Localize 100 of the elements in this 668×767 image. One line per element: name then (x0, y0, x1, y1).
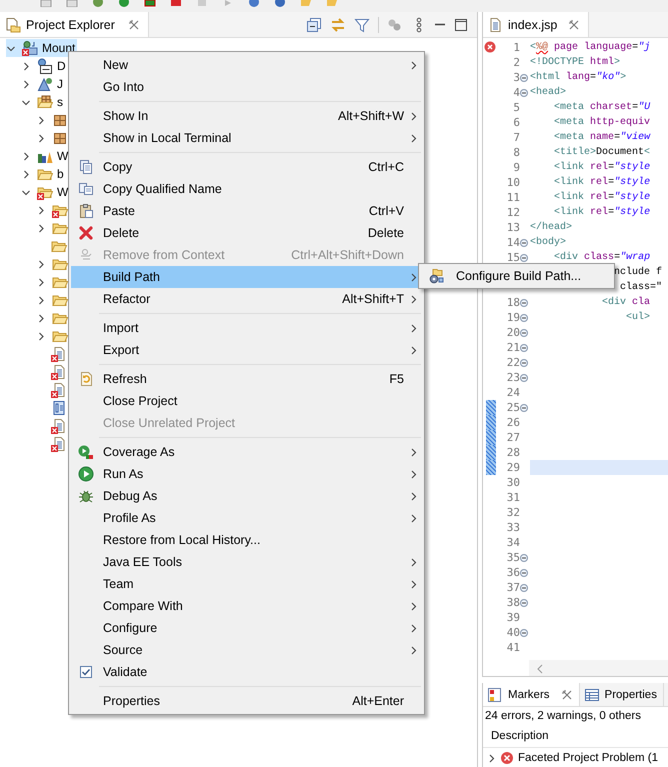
delete-icon (78, 225, 94, 241)
line-number: 9 (512, 161, 520, 174)
line-number: 4 (512, 86, 520, 99)
chevron-icon (408, 272, 418, 282)
menu-item[interactable]: Restore from Local History... (71, 529, 422, 551)
collapse-all-icon (306, 16, 322, 32)
chevron-icon (408, 558, 418, 566)
chevron-icon (408, 346, 418, 354)
line-number: 38 (506, 596, 520, 609)
menu-item[interactable]: Refactor Alt+Shift+T (71, 288, 422, 310)
line-number: 25 (506, 401, 520, 414)
code-line: </head> (530, 222, 572, 233)
menu-item[interactable]: Show in Local Terminal (71, 127, 422, 149)
menu-item[interactable]: Configure (71, 617, 422, 639)
filter-icon (354, 16, 370, 32)
toolbar-icon (118, 0, 130, 7)
menu-item[interactable]: Validate (71, 661, 422, 683)
fold-icon (520, 568, 528, 576)
code-line: <link rel="style (554, 162, 650, 173)
menu-item[interactable]: Export (71, 339, 422, 361)
table-cell: Faceted Project Problem (1 (518, 752, 658, 764)
line-number: 3 (512, 71, 520, 84)
menu-item[interactable]: Delete Delete (71, 222, 422, 244)
line-number: 22 (506, 356, 520, 369)
menu-item[interactable]: Source (71, 639, 422, 661)
explorer-tab[interactable]: Project Explorer (0, 12, 149, 37)
code-line: <head> (530, 87, 566, 98)
toolbar-icon (40, 0, 52, 7)
code-line: <!DOCTYPE html> (530, 57, 620, 68)
chevron-icon (408, 112, 418, 120)
table-icon (584, 686, 600, 702)
menu-item[interactable]: Profile As (71, 507, 422, 529)
tree-item[interactable]: W (21, 147, 70, 165)
chevron-icon (408, 492, 418, 500)
change-marker (486, 460, 496, 475)
menu-item[interactable]: Java EE Tools (71, 551, 422, 573)
editor-tab[interactable]: index.jsp (483, 12, 590, 37)
line-number: 2 (512, 56, 520, 69)
chevron-icon (408, 134, 418, 142)
menu-item[interactable]: Copy Qualified Name (71, 178, 422, 200)
line-number: 33 (506, 521, 520, 534)
menu-item[interactable]: Go Into (71, 76, 422, 98)
fold-icon (520, 344, 528, 352)
menu-item[interactable]: Compare With (71, 595, 422, 617)
fold-icon (520, 238, 528, 246)
tree-item[interactable]: s (21, 93, 65, 111)
tree-item[interactable]: b (21, 165, 66, 183)
menu-item[interactable]: Refresh F5 (71, 368, 422, 390)
menu-item[interactable]: Coverage As (71, 441, 422, 463)
menu-item[interactable]: Close Project (71, 390, 422, 412)
menu-item[interactable]: Properties Alt+Enter (71, 690, 422, 712)
tree-item[interactable]: Mount (6, 39, 78, 57)
code-line: <link rel="style (554, 177, 650, 188)
fold-icon (520, 88, 528, 96)
debug-icon (78, 488, 94, 504)
tree-item[interactable]: W (21, 183, 70, 201)
buildpath-icon (428, 268, 444, 284)
menu-item[interactable]: Copy Ctrl+C (71, 156, 422, 178)
code-line: <title>Document< (554, 147, 650, 158)
code-line: <meta name="view (554, 132, 650, 143)
scrollbar[interactable] (529, 660, 668, 676)
run-icon (78, 466, 94, 482)
close-icon (568, 18, 580, 30)
chevron-icon (408, 294, 418, 304)
explorer-icon (5, 16, 21, 32)
copyname-icon (78, 181, 94, 197)
tree-item[interactable]: D (21, 57, 68, 75)
refresh-icon (78, 371, 94, 387)
line-number: 29 (506, 461, 520, 474)
change-marker (486, 400, 496, 415)
line-number: 23 (506, 371, 520, 384)
coverage-icon (78, 444, 94, 460)
code-line: <div cla (602, 297, 650, 308)
code-line: nclude f (614, 267, 662, 278)
line-number: 39 (506, 611, 520, 624)
menu-item[interactable]: Paste Ctrl+V (71, 200, 422, 222)
view-tab[interactable]: Properties (580, 683, 664, 706)
code-line: <body> (530, 237, 566, 248)
chevron-icon (408, 470, 418, 478)
menu-item[interactable]: Import (71, 317, 422, 339)
menu-item[interactable]: Configure Build Path... (421, 265, 612, 287)
line-number: 18 (506, 296, 520, 309)
fold-icon (520, 358, 528, 366)
menu-item[interactable]: Run As (71, 463, 422, 485)
fold-icon (520, 404, 528, 412)
status-summary: 24 errors, 2 warnings, 0 others (484, 709, 642, 724)
line-number: 14 (506, 236, 520, 249)
menu-item[interactable]: New (71, 54, 422, 76)
code-line: <div class="wrap (554, 252, 650, 263)
menu-item[interactable]: Team (71, 573, 422, 595)
code-line: <html lang="ko"> (530, 72, 626, 83)
toolbar-icon (92, 0, 104, 7)
tree-item[interactable]: J (21, 75, 65, 93)
toolbar-icon (144, 0, 156, 7)
code-line: <ul> (626, 312, 650, 323)
menu-item[interactable]: Debug As (71, 485, 422, 507)
line-number: 7 (512, 131, 520, 144)
paste-icon (78, 203, 94, 219)
menu-item[interactable]: Show In Alt+Shift+W (71, 105, 422, 127)
view-tab[interactable]: Markers (483, 683, 580, 706)
